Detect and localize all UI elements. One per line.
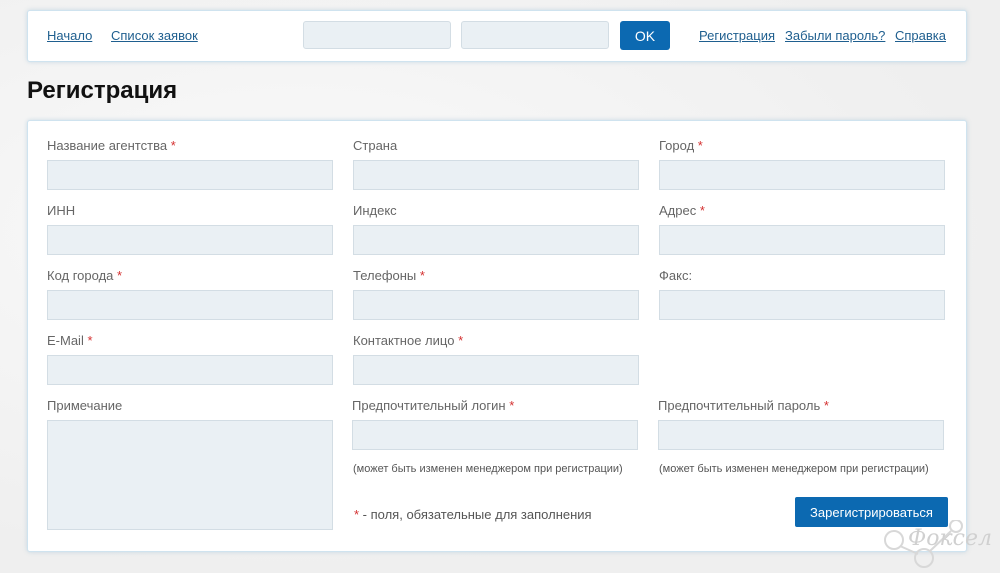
contact-person-label: Контактное лицо *: [353, 333, 463, 348]
watermark-text: Фоксел: [908, 526, 992, 551]
password-input[interactable]: [461, 21, 609, 49]
country-field[interactable]: [353, 160, 639, 190]
nav-link-home[interactable]: Начало: [47, 28, 92, 43]
preferred-login-field[interactable]: [352, 420, 638, 450]
nav-link-requests[interactable]: Список заявок: [111, 28, 198, 43]
fax-label: Факс:: [659, 268, 693, 283]
required-mark: *: [117, 268, 123, 283]
required-mark: *: [170, 138, 176, 153]
password-hint: (может быть изменен менеджером при регис…: [659, 463, 929, 475]
password-label: Предпочтительный пароль *: [658, 398, 829, 413]
note-textarea[interactable]: [47, 420, 333, 530]
city-field[interactable]: [659, 160, 945, 190]
agency-name-label-text: Название агентства: [47, 138, 168, 153]
foksel-watermark: Фоксел: [880, 520, 995, 570]
agency-name-label: Название агентства *: [47, 138, 176, 153]
required-fields-legend: * - поля, обязательные для заполнения: [354, 507, 592, 522]
login-hint: (может быть изменен менеджером при регис…: [353, 463, 623, 475]
contact-person-label-text: Контактное лицо: [353, 333, 455, 348]
address-label-text: Адрес: [659, 203, 697, 218]
inn-field[interactable]: [47, 225, 333, 255]
contact-person-field[interactable]: [353, 355, 639, 385]
top-navigation-bar: Начало Список заявок OK Регистрация Забы…: [27, 10, 967, 62]
country-label: Страна: [353, 138, 398, 153]
agency-name-field[interactable]: [47, 160, 333, 190]
required-mark: *: [87, 333, 93, 348]
login-label-text: Предпочтительный логин: [352, 398, 506, 413]
city-label: Город *: [659, 138, 703, 153]
index-label: Индекс: [353, 203, 397, 218]
nav-link-forgot-password[interactable]: Забыли пароль?: [785, 28, 885, 43]
index-field[interactable]: [353, 225, 639, 255]
required-legend-text: - поля, обязательные для заполнения: [359, 507, 592, 522]
required-mark: *: [509, 398, 515, 413]
inn-label: ИНН: [47, 203, 76, 218]
city-code-field[interactable]: [47, 290, 333, 320]
login-input[interactable]: [303, 21, 451, 49]
required-mark: *: [697, 138, 703, 153]
email-field[interactable]: [47, 355, 333, 385]
phones-field[interactable]: [353, 290, 639, 320]
preferred-password-field[interactable]: [658, 420, 944, 450]
city-code-label: Код города *: [47, 268, 122, 283]
password-label-text: Предпочтительный пароль: [658, 398, 821, 413]
email-label-text: E-Mail: [47, 333, 84, 348]
required-mark: *: [823, 398, 829, 413]
city-label-text: Город: [659, 138, 695, 153]
required-mark: *: [458, 333, 464, 348]
phones-label-text: Телефоны: [353, 268, 417, 283]
registration-form: Название агентства * Страна Город * ИНН …: [27, 120, 967, 552]
required-mark: *: [699, 203, 705, 218]
page-title: Регистрация: [27, 77, 178, 104]
fax-field[interactable]: [659, 290, 945, 320]
nav-link-register[interactable]: Регистрация: [699, 28, 775, 43]
ok-button[interactable]: OK: [620, 21, 670, 50]
address-field[interactable]: [659, 225, 945, 255]
note-label: Примечание: [47, 398, 123, 413]
phones-label: Телефоны *: [353, 268, 425, 283]
email-label: E-Mail *: [47, 333, 93, 348]
address-label: Адрес *: [659, 203, 705, 218]
required-mark: *: [419, 268, 425, 283]
city-code-label-text: Код города: [47, 268, 114, 283]
login-label: Предпочтительный логин *: [352, 398, 514, 413]
nav-link-help[interactable]: Справка: [895, 28, 946, 43]
